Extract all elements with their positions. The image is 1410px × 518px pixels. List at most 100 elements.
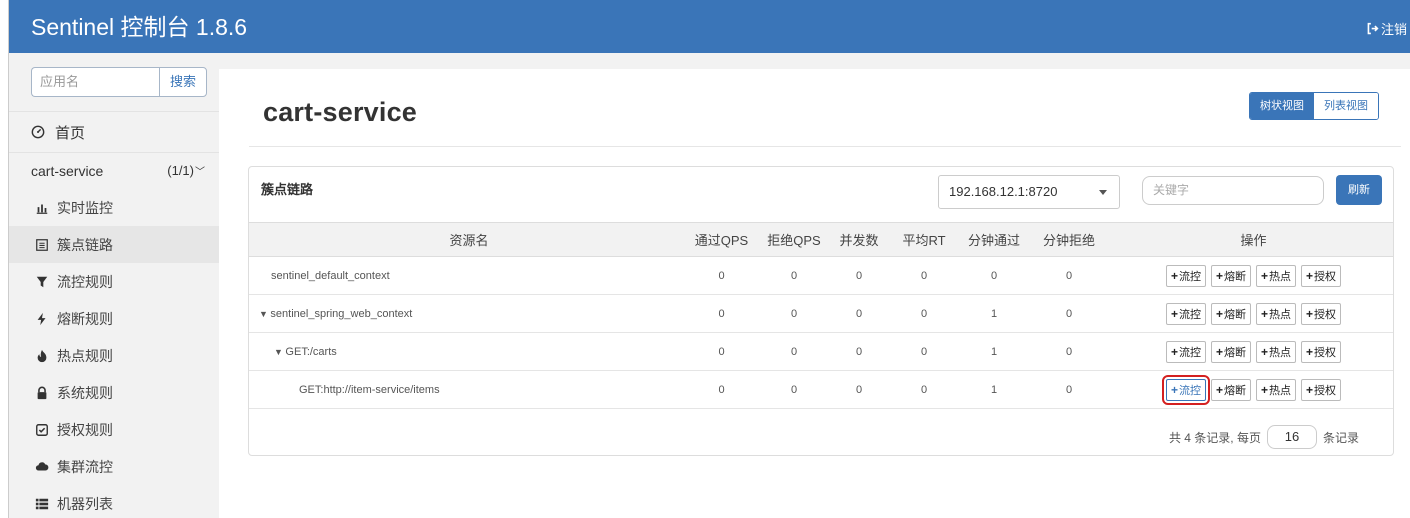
resource-panel: 簇点链路 192.168.12.1:8720 关键字 刷新 资源名 通过QPS … (248, 166, 1394, 456)
add-degrade-rule-button[interactable]: + 熔断 (1210, 340, 1251, 363)
cloud-icon (35, 461, 49, 470)
plus-icon: + (1261, 268, 1269, 283)
refresh-button[interactable]: 刷新 (1336, 175, 1382, 205)
dashboard-icon (31, 125, 45, 139)
add-auth-rule-button[interactable]: + 授权 (1301, 302, 1342, 325)
resource-label: sentinel_spring_web_context (270, 307, 413, 320)
table-row: sentinel_default_context 0 0 0 0 0 0 + 流控 + 熔断 + 热点 +… (249, 256, 1393, 295)
tree-view-button[interactable]: 树状视图 (1250, 93, 1314, 119)
concurrency-cell: 0 (834, 256, 884, 295)
app-search-input[interactable]: 应用名 (31, 67, 159, 97)
pass-qps-cell: 0 (689, 256, 754, 295)
column-header: 通过QPS (689, 222, 754, 257)
page-size-input[interactable]: 16 (1266, 425, 1317, 449)
resource-name: GET:http://item-service/items (249, 370, 689, 409)
pager-total: 共 4 条记录, 每页 (1168, 430, 1261, 445)
sidebar-item-hotspot-rules[interactable]: 热点规则 (9, 337, 219, 374)
action-label: 热点 (1269, 308, 1292, 321)
action-label: 热点 (1269, 384, 1292, 397)
column-header: 分钟通过 (964, 222, 1024, 257)
sidebar-item-realtime-monitor[interactable]: 实时监控 (9, 189, 219, 226)
pagination: 共 4 条记录, 每页 16 条记录 (1169, 425, 1359, 449)
sidebar-item-machine-list[interactable]: 机器列表 (9, 485, 219, 518)
sidebar-item-auth-rules[interactable]: 授权规则 (9, 411, 219, 448)
add-hotspot-rule-button[interactable]: + 热点 (1256, 340, 1297, 363)
action-label: 熔断 (1224, 270, 1246, 283)
block-qps-cell: 0 (754, 370, 834, 409)
actions-cell: + 流控 + 熔断 + 热点 + 授权 (1114, 370, 1393, 409)
action-label: 流控 (1178, 346, 1201, 359)
keyword-input[interactable]: 关键字 (1142, 176, 1324, 205)
add-hotspot-rule-button[interactable]: + 热点 (1256, 302, 1297, 325)
table-row: ▼ sentinel_spring_web_context 0 0 0 0 1 0 + 流控 + 熔… (249, 294, 1393, 333)
plus-icon: + (1215, 306, 1223, 321)
add-degrade-rule-button[interactable]: + 熔断 (1210, 378, 1251, 401)
app-search-button[interactable]: 搜索 (159, 67, 207, 97)
action-buttons: + 流控 + 熔断 + 热点 + 授权 (1114, 340, 1393, 363)
list-view-button[interactable]: 列表视图 (1314, 93, 1378, 119)
sign-out-icon (1367, 22, 1379, 35)
action-label: 热点 (1269, 270, 1292, 283)
resource-table: 资源名 通过QPS 拒绝QPS 并发数 平均RT 分钟通过 分钟拒绝 操作 se… (249, 222, 1393, 409)
plus-icon: + (1306, 268, 1314, 283)
sidebar-item-system-rules[interactable]: 系统规则 (9, 374, 219, 411)
add-degrade-rule-button[interactable]: + 熔断 (1210, 264, 1251, 287)
add-auth-rule-button[interactable]: + 授权 (1301, 378, 1342, 401)
avg-rt-cell: 0 (884, 256, 964, 295)
add-hotspot-rule-button[interactable]: + 热点 (1256, 264, 1297, 287)
caret-down-icon (1099, 190, 1107, 195)
sidebar-item-degrade-rules[interactable]: 熔断规则 (9, 300, 219, 337)
add-flow-rule-button[interactable]: + 流控 (1165, 340, 1206, 363)
avg-rt-cell: 0 (884, 332, 964, 371)
th-list-icon (35, 498, 49, 509)
chevron-down-icon: ﹀ (195, 167, 205, 178)
action-buttons: + 流控 + 熔断 + 热点 + 授权 (1114, 374, 1393, 405)
filter-icon (36, 276, 48, 287)
sidebar-item-label: 簇点链路 (57, 236, 113, 253)
logout-link[interactable]: 注销 (1366, 19, 1407, 38)
add-degrade-rule-button[interactable]: + 熔断 (1210, 302, 1251, 325)
lock-icon (37, 386, 47, 399)
sidebar-menu: 实时监控 簇点链路 流控规则 熔断规则 热点规则 系统规则 授权规则 集群流控 … (9, 189, 219, 518)
add-auth-rule-button[interactable]: + 授权 (1301, 264, 1342, 287)
machine-select-value: 192.168.12.1:8720 (949, 184, 1058, 199)
check-icon (36, 423, 48, 436)
sidebar-item-cluster-flow[interactable]: 集群流控 (9, 448, 219, 485)
add-flow-rule-button[interactable]: + 流控 (1165, 302, 1206, 325)
add-flow-rule-button[interactable]: + 流控 (1165, 264, 1206, 287)
expand-toggle-icon[interactable]: ▼ (274, 347, 285, 357)
plus-icon: + (1215, 344, 1223, 359)
sidebar-item-label: 流控规则 (57, 273, 113, 290)
plus-icon: + (1261, 382, 1269, 397)
machine-select[interactable]: 192.168.12.1:8720 (938, 175, 1120, 209)
add-flow-rule-button[interactable]: + 流控 (1161, 374, 1210, 405)
minute-pass-cell: 1 (964, 332, 1024, 371)
avg-rt-cell: 0 (884, 370, 964, 409)
app-machine-count: (1/1)﹀ (167, 163, 205, 178)
action-label: 流控 (1178, 384, 1201, 397)
sidebar-item-home[interactable]: 首页 (9, 111, 219, 153)
actions-cell: + 流控 + 熔断 + 热点 + 授权 (1114, 294, 1393, 333)
action-label: 流控 (1178, 308, 1201, 321)
pass-qps-cell: 0 (689, 294, 754, 333)
sidebar-item-cluster-point-link[interactable]: 簇点链路 (9, 226, 219, 263)
block-qps-cell: 0 (754, 256, 834, 295)
sidebar-item-label: 首页 (55, 124, 86, 142)
expand-toggle-icon[interactable]: ▼ (259, 309, 270, 319)
concurrency-cell: 0 (834, 294, 884, 333)
resource-name: ▼ sentinel_spring_web_context (249, 294, 689, 333)
app-frame: Sentinel 控制台 1.8.6 注销 应用名 搜索 首页 cart-ser… (8, 0, 1410, 518)
action-label: 熔断 (1224, 308, 1246, 321)
action-label: 授权 (1314, 270, 1337, 283)
app-title[interactable]: Sentinel 控制台 1.8.6 (31, 14, 247, 40)
pager-suffix: 条记录 (1322, 430, 1359, 445)
plus-icon: + (1170, 268, 1178, 283)
column-header: 平均RT (884, 222, 964, 257)
add-hotspot-rule-button[interactable]: + 热点 (1256, 378, 1297, 401)
sidebar-item-label: 集群流控 (57, 458, 113, 475)
sidebar-app-cart-service[interactable]: cart-service (1/1)﹀ (9, 153, 219, 189)
sidebar-item-flow-rules[interactable]: 流控规则 (9, 263, 219, 300)
view-toggle: 树状视图 列表视图 (1249, 92, 1379, 120)
add-auth-rule-button[interactable]: + 授权 (1301, 340, 1342, 363)
action-label: 热点 (1269, 346, 1292, 359)
